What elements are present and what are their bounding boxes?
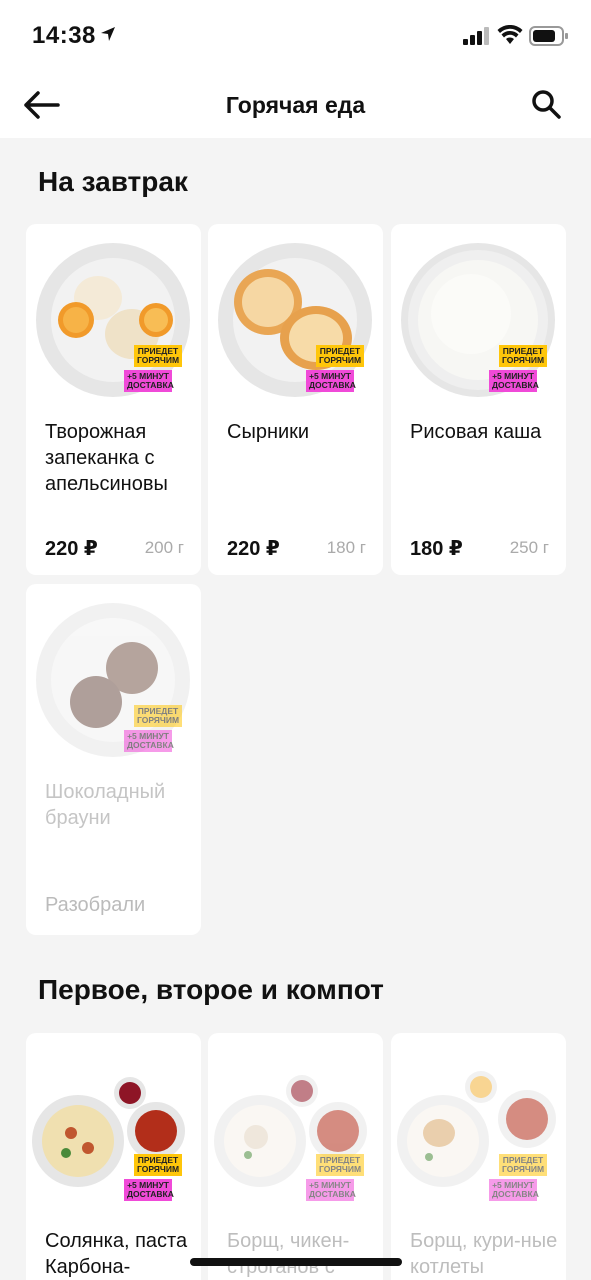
badge-delivery: +5 МИНУТ ДОСТАВКА [124, 730, 174, 752]
section-title-combo: Первое, второе и компот [38, 974, 384, 1005]
badge-hot: ПРИЕДЕТ ГОРЯЧИМ [134, 705, 182, 727]
product-image [401, 243, 555, 397]
product-card[interactable]: ПРИЕДЕТ ГОРЯЧИМ +5 МИНУТ ДОСТАВКА Борщ, … [391, 1033, 566, 1280]
product-weight: 180 г [326, 538, 366, 557]
product-card[interactable]: ПРИЕДЕТ ГОРЯЧИМ +5 МИНУТ ДОСТАВКА Творож… [26, 224, 201, 575]
product-card[interactable]: ПРИЕДЕТ ГОРЯЧИМ +5 МИНУТ ДОСТАВКА Борщ, … [208, 1033, 383, 1280]
badge-hot: ПРИЕДЕТ ГОРЯЧИМ [316, 1154, 364, 1176]
product-card[interactable]: ПРИЕДЕТ ГОРЯЧИМ +5 МИНУТ ДОСТАВКА Солянк… [26, 1033, 201, 1280]
badge-hot: ПРИЕДЕТ ГОРЯЧИМ [134, 345, 182, 367]
badge-delivery: +5 МИНУТ ДОСТАВКА [489, 1179, 539, 1201]
product-weight: 250 г [509, 538, 549, 557]
location-arrow-icon [101, 27, 115, 41]
battery-icon [529, 26, 568, 46]
product-image [36, 603, 190, 757]
product-card-soldout[interactable]: ПРИЕДЕТ ГОРЯЧИМ +5 МИНУТ ДОСТАВКА Шокола… [26, 584, 201, 935]
product-card[interactable]: ПРИЕДЕТ ГОРЯЧИМ +5 МИНУТ ДОСТАВКА Сырник… [208, 224, 383, 575]
product-name: Солянка, паста Карбона- [45, 1230, 188, 1278]
nav-bar: Горячая еда [0, 70, 591, 138]
badge-hot: ПРИЕДЕТ ГОРЯЧИМ [316, 345, 364, 367]
search-icon[interactable] [530, 88, 562, 120]
product-price: 220 ₽ [227, 538, 280, 560]
badge-hot: ПРИЕДЕТ ГОРЯЧИМ [134, 1154, 182, 1176]
product-price: 180 ₽ [410, 538, 463, 560]
product-weight: 200 г [144, 538, 184, 557]
product-price: 220 ₽ [45, 538, 98, 560]
product-image [218, 243, 372, 397]
product-name: Борщ, кури-ные котлеты [410, 1230, 558, 1278]
status-bar: 14:38 [0, 0, 591, 70]
section-title-breakfast: На завтрак [38, 166, 188, 197]
product-image [214, 1075, 367, 1187]
product-image [32, 1077, 185, 1187]
product-card[interactable]: ПРИЕДЕТ ГОРЯЧИМ +5 МИНУТ ДОСТАВКА Рисова… [391, 224, 566, 575]
soldout-status: Разобрали [45, 894, 146, 916]
product-name: Шоколадный брауни [45, 781, 166, 829]
product-name: Рисовая каша [410, 421, 542, 443]
badge-hot: ПРИЕДЕТ ГОРЯЧИМ [499, 1154, 547, 1176]
cellular-signal-icon [463, 27, 489, 45]
page-title: Горячая еда [225, 92, 366, 118]
home-indicator[interactable] [190, 1258, 402, 1266]
badge-delivery: +5 МИНУТ ДОСТАВКА [124, 370, 174, 392]
product-image [36, 243, 190, 397]
badge-delivery: +5 МИНУТ ДОСТАВКА [306, 1179, 356, 1201]
badge-delivery: +5 МИНУТ ДОСТАВКА [124, 1179, 174, 1201]
wifi-icon [497, 25, 523, 44]
status-time: 14:38 [32, 22, 96, 49]
product-name: Борщ, чикен-строганов с [227, 1230, 350, 1278]
badge-hot: ПРИЕДЕТ ГОРЯЧИМ [499, 345, 547, 367]
product-name: Сырники [227, 421, 310, 443]
product-image [397, 1071, 556, 1187]
badge-delivery: +5 МИНУТ ДОСТАВКА [489, 370, 539, 392]
badge-delivery: +5 МИНУТ ДОСТАВКА [306, 370, 356, 392]
product-name: Творожная запеканка с апельсиновы [45, 421, 168, 495]
